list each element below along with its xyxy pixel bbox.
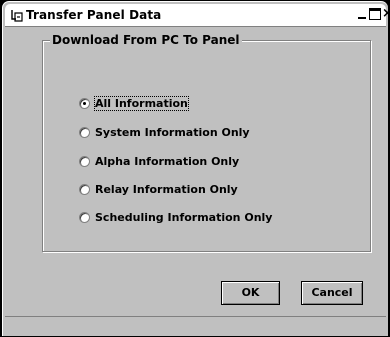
ok-button-label: OK [241,286,260,299]
radio-all-information[interactable]: All Information [79,95,189,111]
groupbox-legend: Download From PC To Panel [50,33,242,47]
radio-relay-information-only[interactable]: Relay Information Only [79,182,238,196]
radio-scheduling-information-only[interactable]: Scheduling Information Only [79,210,272,224]
title-divider [5,26,386,27]
title-bar[interactable]: Transfer Panel Data × [5,4,390,26]
radio-label-all-information[interactable]: All Information [94,95,189,111]
cancel-button[interactable]: Cancel [301,281,363,305]
radio-label-system-information-only[interactable]: System Information Only [95,126,250,139]
cancel-button-label: Cancel [311,286,353,299]
maximize-icon[interactable] [369,8,381,20]
radio-button[interactable] [79,183,90,195]
radio-system-information-only[interactable]: System Information Only [79,125,250,139]
dialog-window: Transfer Panel Data × Download From PC T… [2,1,390,336]
radio-button[interactable] [79,155,90,167]
radio-alpha-information-only[interactable]: Alpha Information Only [79,154,239,168]
close-icon[interactable]: × [382,7,390,20]
ok-button[interactable]: OK [221,281,280,305]
radio-button[interactable] [79,211,90,223]
transfer-app-icon [10,9,24,23]
radio-label-alpha-information-only[interactable]: Alpha Information Only [95,155,239,168]
minimize-icon[interactable] [356,8,368,20]
status-band [5,316,386,334]
window-title: Transfer Panel Data [26,8,162,22]
radio-button[interactable] [79,126,90,138]
radio-label-scheduling-information-only[interactable]: Scheduling Information Only [95,211,272,224]
radio-label-relay-information-only[interactable]: Relay Information Only [95,183,238,196]
radio-button-checked[interactable] [79,97,90,109]
